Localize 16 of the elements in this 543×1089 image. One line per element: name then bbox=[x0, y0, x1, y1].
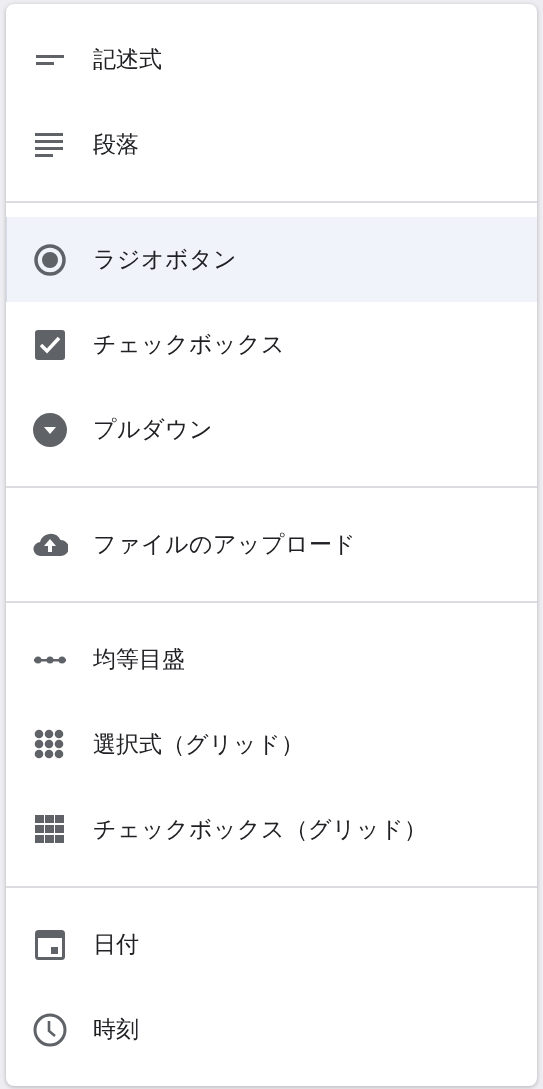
menu-item[interactable]: 時刻 bbox=[6, 987, 537, 1072]
menu-item[interactable]: 選択式（グリッド） bbox=[6, 702, 537, 787]
linear-scale-icon bbox=[34, 655, 66, 664]
radio-icon bbox=[32, 241, 68, 278]
menu-item[interactable]: ファイルのアップロード bbox=[6, 502, 537, 587]
dropdown-icon bbox=[32, 411, 68, 448]
clock-icon bbox=[32, 1011, 68, 1048]
menu-item[interactable]: チェックボックス bbox=[6, 302, 537, 387]
menu-item[interactable]: チェックボックス（グリッド） bbox=[6, 787, 537, 872]
menu-item[interactable]: 均等目盛 bbox=[6, 617, 537, 702]
menu-item[interactable]: プルダウン bbox=[6, 387, 537, 472]
menu-item[interactable]: 記述式 bbox=[6, 17, 537, 102]
menu-item[interactable]: ラジオボタン bbox=[6, 217, 537, 302]
short-lines-icon bbox=[36, 54, 64, 65]
menu-item[interactable]: 日付 bbox=[6, 902, 537, 987]
menu-item[interactable]: 段落 bbox=[6, 102, 537, 187]
